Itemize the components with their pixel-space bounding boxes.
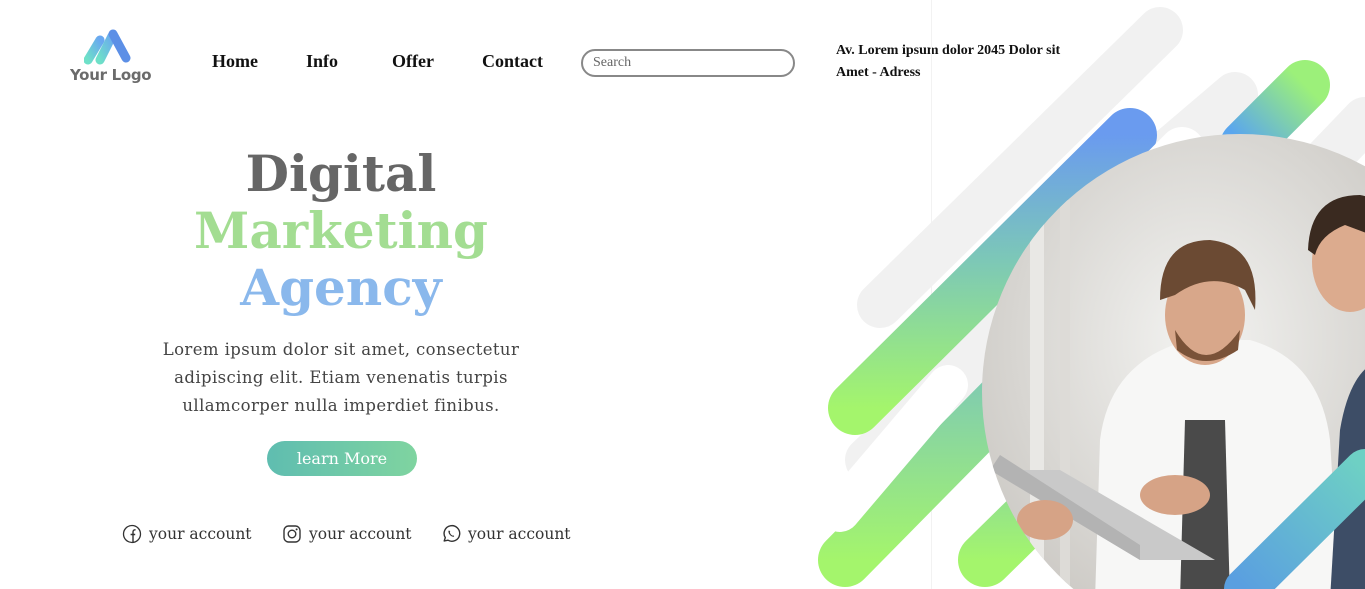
social-facebook-link[interactable]: your account	[122, 524, 252, 544]
hero-description-line-3: ullamcorper nulla imperdiet finibus.	[182, 396, 500, 415]
instagram-icon	[283, 525, 301, 543]
hero-description-line-1: Lorem ipsum dolor sit amet, consectetur	[162, 340, 520, 359]
nav-home[interactable]: Home	[212, 51, 258, 72]
hero-title-line-3: Agency	[240, 258, 442, 317]
social-whatsapp-link[interactable]: your account	[441, 524, 571, 544]
nav-contact[interactable]: Contact	[482, 51, 543, 72]
facebook-icon	[122, 524, 142, 544]
whatsapp-icon	[443, 524, 461, 542]
hero-title-line-1: Digital	[245, 144, 437, 203]
search-input[interactable]	[581, 49, 795, 77]
hero-title-line-2: Marketing	[194, 201, 488, 260]
hero-illustration	[818, 7, 1365, 589]
logo[interactable]: Your Logo	[68, 28, 158, 90]
learn-more-button[interactable]: learn More	[267, 441, 417, 476]
social-facebook-label: your account	[149, 525, 252, 543]
social-whatsapp-label: your account	[468, 525, 571, 543]
social-instagram-label: your account	[309, 525, 412, 543]
hero-title: Digital Marketing Agency	[130, 145, 552, 316]
hero-description-line-2: adipiscing elit. Etiam venenatis turpis	[174, 368, 508, 387]
logo-text: Your Logo	[70, 66, 152, 84]
social-instagram-link[interactable]: your account	[282, 524, 412, 544]
hero-description: Lorem ipsum dolor sit amet, consectetur …	[130, 336, 552, 420]
logo-mark-icon	[84, 29, 131, 65]
nav-info[interactable]: Info	[306, 51, 338, 72]
nav-offer[interactable]: Offer	[392, 51, 434, 72]
